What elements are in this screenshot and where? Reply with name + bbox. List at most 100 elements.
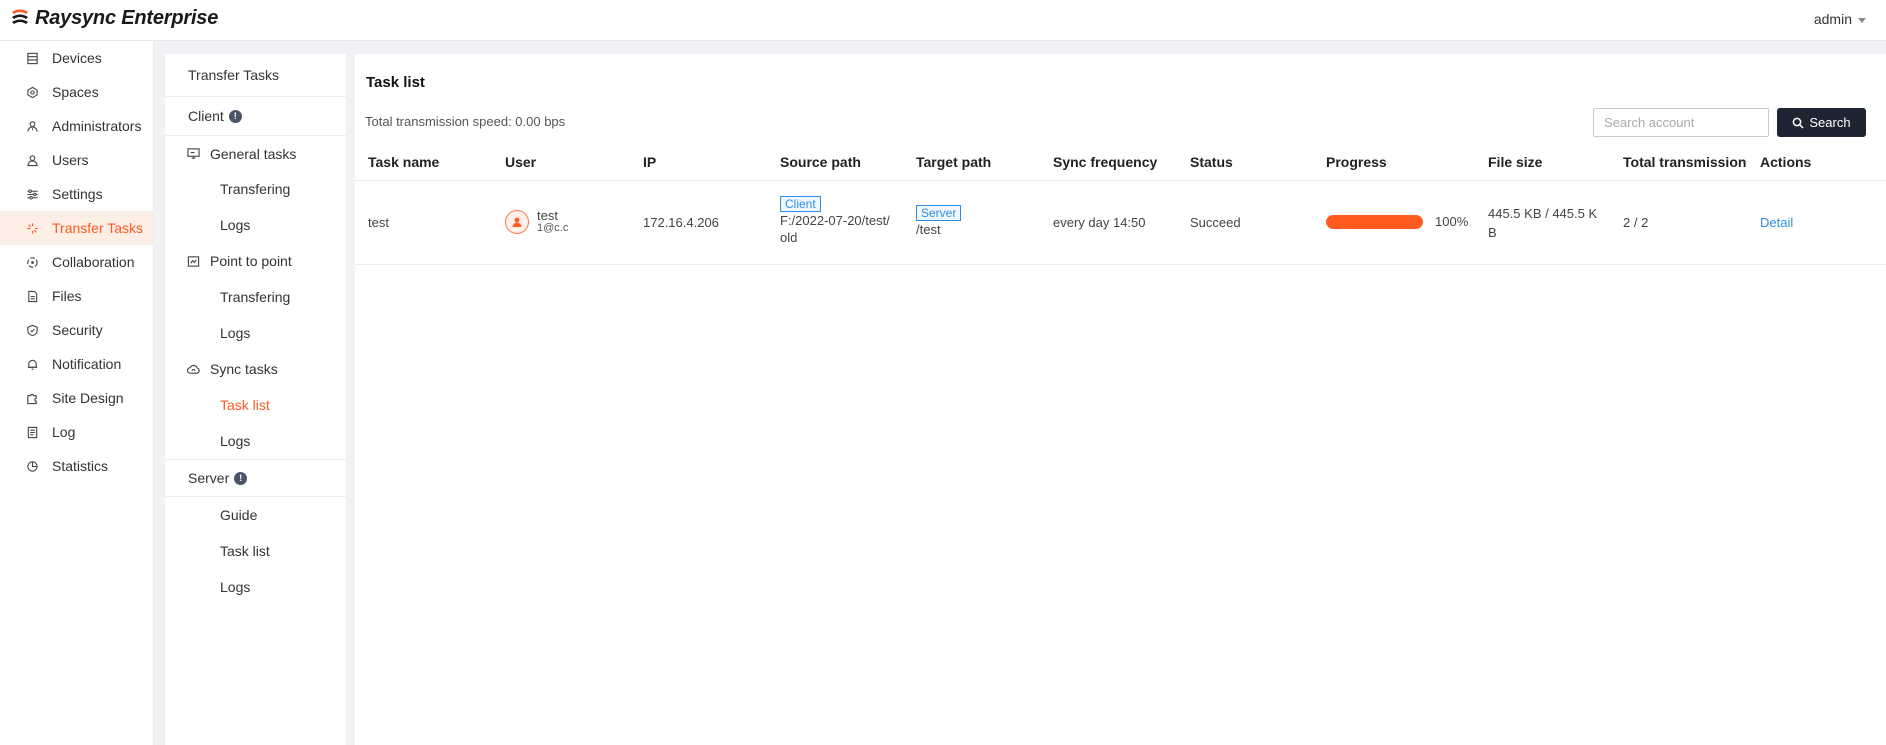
transmission-speed: Total transmission speed: 0.00 bps [365,114,566,129]
progress-text: 100% [1435,214,1469,229]
progress-bar-fill [1326,214,1423,229]
client-tag: Client [780,196,821,212]
server-task-list-item[interactable]: Task list [165,533,346,569]
p2p-transfering-item[interactable]: Transfering [165,279,346,315]
col-total-transmission: Total transmission [1623,154,1747,170]
user-menu[interactable]: admin [1814,11,1866,27]
file-size-line1: 445.5 KB / 445.5 K [1488,206,1598,221]
raysync-logo-icon [9,7,31,30]
submenu-title: Transfer Tasks [165,54,346,97]
col-sync-frequency: Sync frequency [1053,154,1158,170]
client-group: Client ! [165,97,346,135]
general-tasks-item[interactable]: General tasks [165,135,346,171]
file-size-line2: B [1488,225,1497,240]
info-icon[interactable]: ! [234,471,248,485]
info-icon[interactable]: ! [228,109,242,123]
nav-item-label: Files [52,288,82,304]
transfer-tasks-menu: Transfer Tasks Client ! General tasks Tr… [165,54,346,745]
main-nav: Devices Spaces Administrators Users Settings… [0,41,154,745]
nav-item-label: Settings [52,186,103,202]
search-button-label: Search [1809,115,1851,130]
search-button[interactable]: Search [1777,108,1866,137]
general-tasks-label: General tasks [210,145,297,162]
col-task-name: Task name [368,154,440,170]
nav-item-label: Security [52,322,103,338]
statistics-icon [26,460,39,473]
nav-item-files[interactable]: Files [0,279,153,313]
top-header: Raysync Enterprise admin [0,0,1886,41]
nav-item-label: Administrators [52,118,142,134]
nav-item-log[interactable]: Log [0,415,153,449]
table-row: test test 1@c.c 172.16.4.206 Client F:/2… [355,181,1886,265]
status-cell: Succeed [1190,215,1241,230]
user-name: admin [1813,11,1852,27]
task-table: Task name User IP Source path Target pat… [355,144,1886,265]
col-target-path: Target path [916,154,992,170]
p2p-logs-item[interactable]: Logs [165,315,346,351]
users-icon [26,154,39,167]
nav-item-statistics[interactable]: Statistics [0,449,153,483]
server-label: Server [188,470,230,486]
task-list-panel: Task list Total transmission speed: 0.00… [355,54,1886,745]
server-tag: Server [916,205,962,221]
sync-frequency-cell: every day 14:50 [1053,215,1146,230]
server-logs-item[interactable]: Logs [165,569,346,605]
nav-item-spaces[interactable]: Spaces [0,75,153,109]
puzzle-icon [26,392,39,405]
nav-item-label: Spaces [52,84,99,100]
nav-item-devices[interactable]: Devices [0,41,153,75]
file-size-cell: 445.5 KB / 445.5 K B [1488,204,1597,242]
col-file-size: File size [1488,154,1543,170]
bell-icon [26,358,39,371]
nav-item-label: Notification [52,356,122,372]
user-name-cell: test [537,208,558,223]
sync-tasks-item[interactable]: Sync tasks [165,351,346,387]
sync-tasks-label: Sync tasks [210,361,278,377]
col-ip: IP [643,154,657,170]
task-name-cell: test [368,215,389,230]
target-path-value: /test [916,222,941,237]
nav-item-administrators[interactable]: Administrators [0,109,153,143]
app-title: Raysync Enterprise [35,7,219,29]
files-icon [26,290,39,303]
nav-item-users[interactable]: Users [0,143,153,177]
nav-item-site-design[interactable]: Site Design [0,381,153,415]
sync-logs-item[interactable]: Logs [165,423,346,459]
detail-link[interactable]: Detail [1760,215,1793,230]
app-logo[interactable]: Raysync Enterprise [9,7,218,30]
spaces-icon [26,86,39,99]
collaboration-icon [26,256,39,269]
general-transfering-item[interactable]: Transfering [165,171,346,207]
search-account-input[interactable] [1593,108,1769,137]
point-to-point-item[interactable]: Point to point [165,243,346,279]
col-source-path: Source path [780,154,861,170]
nav-item-settings[interactable]: Settings [0,177,153,211]
server-guide-item[interactable]: Guide [165,497,346,533]
monitor-icon [187,148,200,159]
nav-item-collaboration[interactable]: Collaboration [0,245,153,279]
settings-icon [26,188,39,201]
nav-item-transfer-tasks[interactable]: Transfer Tasks [0,211,153,245]
target-path-cell: Server /test [916,204,962,238]
sync-task-list-item[interactable]: Task list [165,387,346,423]
client-label: Client [188,108,224,124]
col-status: Status [1190,154,1233,170]
ip-cell: 172.16.4.206 [643,215,719,230]
nav-item-notification[interactable]: Notification [0,347,153,381]
point-to-point-icon [187,255,200,267]
source-path-line1: F:/2022-07-20/test/ [780,213,890,228]
nav-item-label: Statistics [52,458,109,474]
user-icon [512,217,522,227]
nav-item-label: Devices [52,50,102,66]
general-logs-item[interactable]: Logs [165,207,346,243]
server-group: Server ! [165,459,346,497]
log-icon [26,426,39,439]
point-to-point-label: Point to point [210,253,292,269]
nav-item-security[interactable]: Security [0,313,153,347]
page-title: Task list [366,74,425,91]
administrators-icon [26,120,39,133]
col-user: User [505,154,537,170]
col-progress: Progress [1326,154,1387,170]
source-path-line2: old [780,230,798,245]
nav-item-label: Site Design [52,390,124,406]
